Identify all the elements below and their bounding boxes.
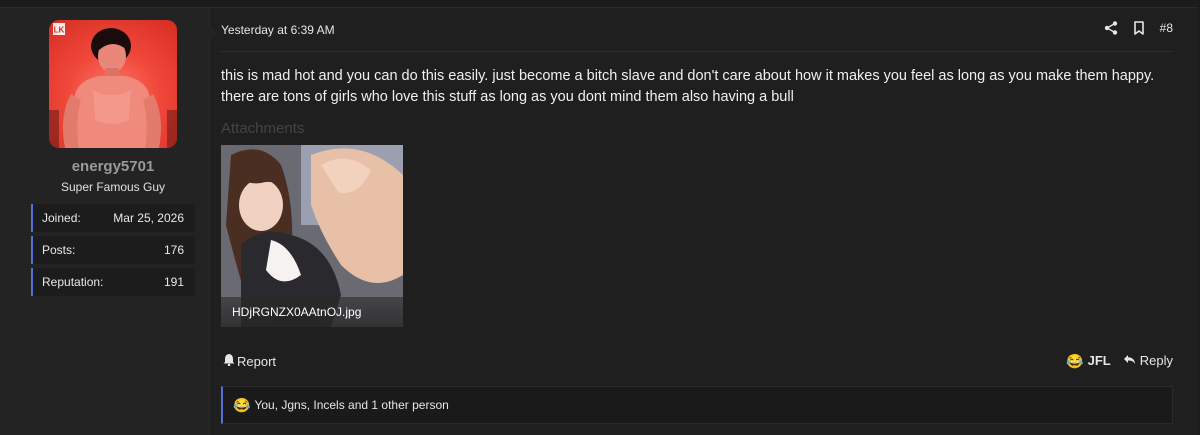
stat-value: 176 xyxy=(163,243,184,257)
post-number[interactable]: #8 xyxy=(1160,21,1173,35)
avatar-image: LK xyxy=(49,23,177,148)
post-header: Yesterday at 6:39 AM #8 xyxy=(220,8,1173,52)
user-title: Super Famous Guy xyxy=(60,180,166,194)
reactions-summary[interactable]: 😂 You, Jgns, Incels and 1 other person xyxy=(221,386,1173,424)
reply-button[interactable]: Reply xyxy=(1123,353,1173,368)
post-arrow xyxy=(209,26,219,42)
stat-joined: Joined: Mar 25, 2026 xyxy=(31,204,195,232)
stat-reputation: Reputation: 191 xyxy=(31,268,195,296)
share-icon[interactable] xyxy=(1104,21,1118,35)
username[interactable]: energy5701 xyxy=(0,158,226,175)
avatar-logo: LK xyxy=(54,26,65,35)
post-main: Yesterday at 6:39 AM #8 this is mad hot … xyxy=(209,8,1198,435)
stat-label: Posts: xyxy=(42,243,76,257)
reactions-summary-text: You, Jgns, Incels and 1 other person xyxy=(254,398,449,412)
stat-label: Joined: xyxy=(42,211,81,225)
reaction-label: JFL xyxy=(1087,353,1111,368)
user-panel: LK energy5701 Super Famous Guy Joined: M… xyxy=(0,8,210,435)
header-actions: #8 xyxy=(1104,21,1173,35)
stat-value: 191 xyxy=(163,275,184,289)
reaction-button[interactable]: 😂 JFL xyxy=(1066,353,1111,368)
laughing-crying-emoji-icon: 😂 xyxy=(1066,352,1084,369)
attachments-label: Attachments xyxy=(221,120,305,137)
reply-icon xyxy=(1123,353,1136,368)
post-date[interactable]: Yesterday at 6:39 AM xyxy=(221,23,335,37)
bookmark-icon[interactable] xyxy=(1132,21,1146,35)
laughing-crying-emoji-icon: 😂 xyxy=(233,397,251,413)
attachment-thumbnail[interactable]: HDjRGNZX0AAtnOJ.jpg xyxy=(221,145,403,327)
stat-posts: Posts: 176 xyxy=(31,236,195,264)
report-label: Report xyxy=(237,353,277,369)
stat-label: Reputation: xyxy=(42,275,104,289)
footer-actions: 😂 JFL Reply xyxy=(1066,353,1173,368)
post-message: this is mad hot and you can do this easi… xyxy=(221,68,1155,105)
post-container: LK energy5701 Super Famous Guy Joined: M… xyxy=(0,7,1198,435)
attachment-filename: HDjRGNZX0AAtnOJ.jpg xyxy=(221,297,403,327)
reply-label: Reply xyxy=(1139,353,1173,368)
avatar[interactable]: LK xyxy=(49,20,177,148)
report-button[interactable]: Report xyxy=(223,353,276,369)
bell-icon xyxy=(223,353,235,369)
stat-value: Mar 25, 2026 xyxy=(113,211,184,225)
